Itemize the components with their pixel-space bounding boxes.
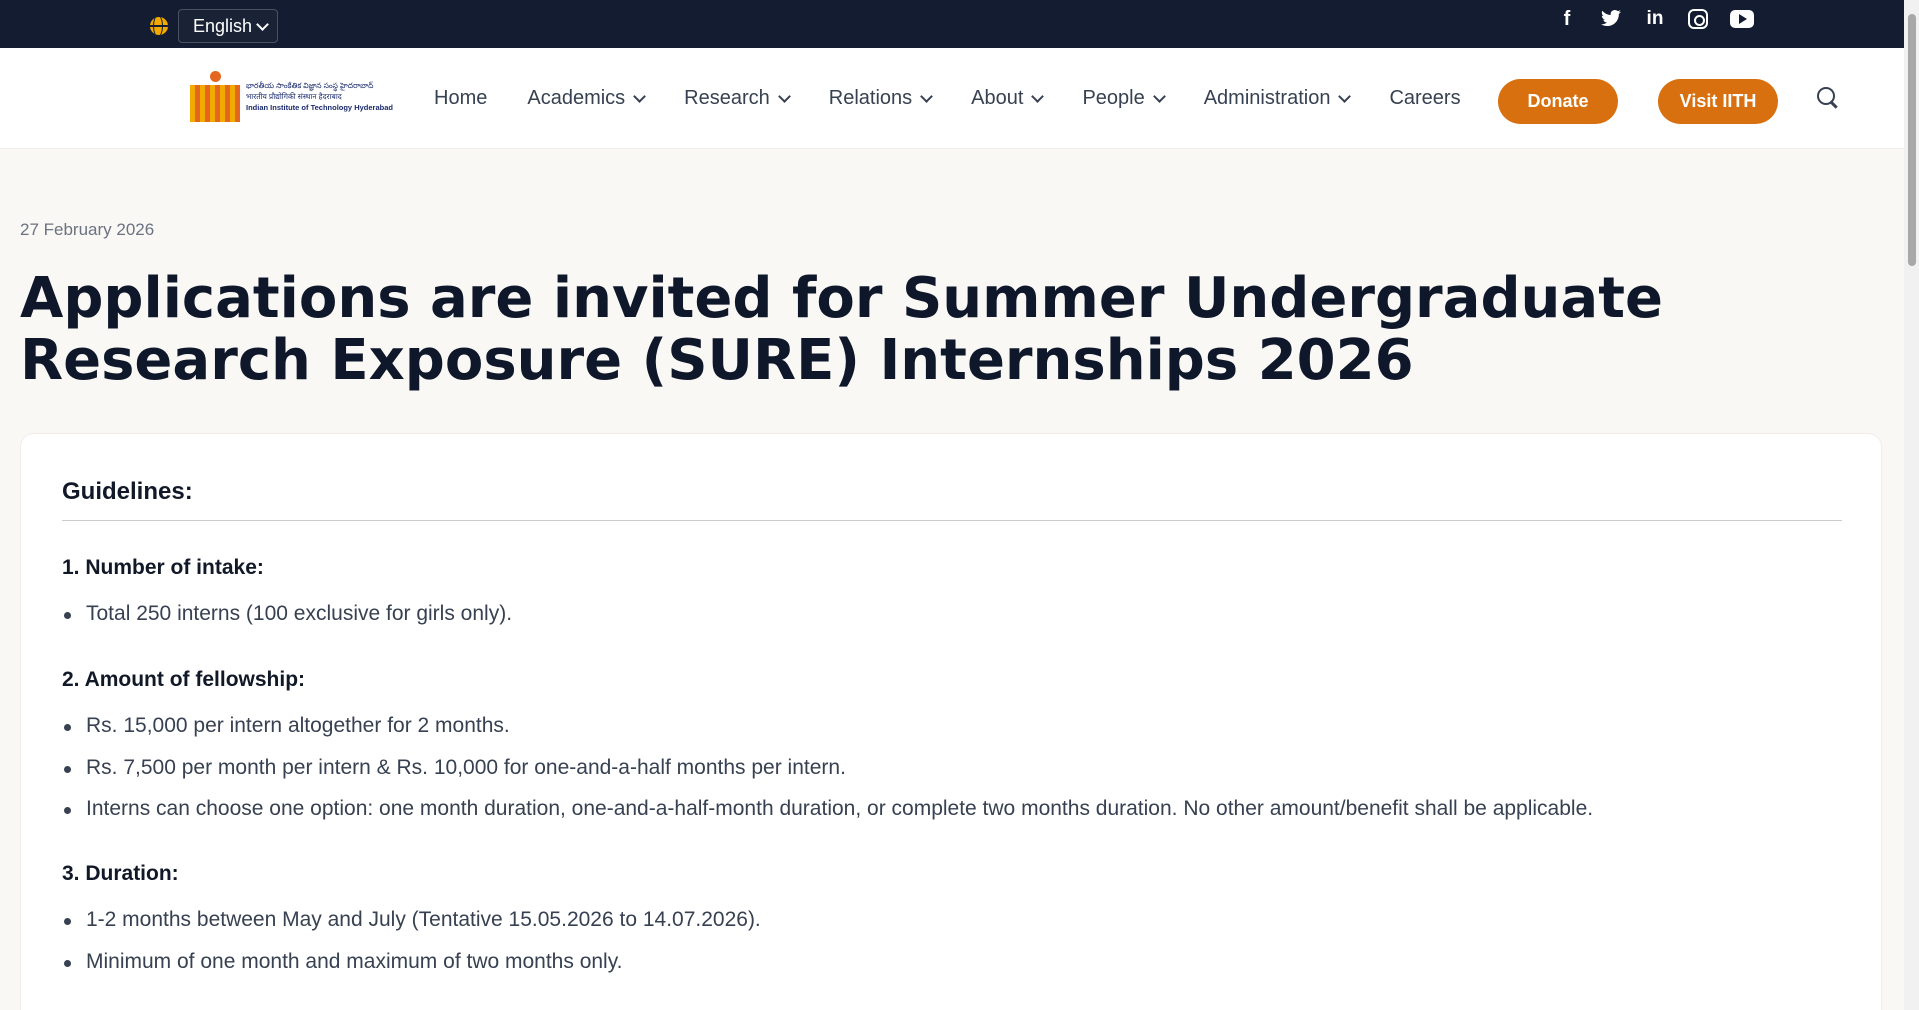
list-item: Total 250 interns (100 exclusive for gir… [63,602,513,625]
nav-relations-label: Relations [828,87,913,109]
list-item: Rs. 7,500 per month per intern & Rs. 10,… [64,756,846,779]
nav-people[interactable]: People [1082,87,1166,110]
top-bar: English f in [0,0,1904,48]
twitter-icon[interactable] [1600,8,1622,30]
list-item: Interns can choose one option: one month… [63,797,1594,820]
nav-academics[interactable]: Academics [527,87,647,110]
globe-icon [150,17,168,35]
logo-line-english: Indian Institute of Technology Hyderabad [246,103,393,112]
chevron-down-icon [633,89,647,103]
page-title: Applications are invited for Summer Unde… [20,266,1663,393]
list-item: Minimum of one month and maximum of two … [64,950,623,973]
nav-research-label: Research [684,87,770,109]
page-scrollbar[interactable] [1904,0,1919,1010]
nav-careers[interactable]: Careers [1389,87,1460,110]
primary-nav: Home Academics Research Relations About … [434,87,1501,110]
visit-iith-button[interactable]: Visit IITH [1658,79,1778,124]
chevron-down-icon [1152,89,1166,103]
language-switcher: English [150,9,278,43]
nav-relations[interactable]: Relations [828,87,934,110]
section-heading: 1. Number of intake: [62,556,264,579]
nav-people-label: People [1082,87,1145,109]
guidelines-heading: Guidelines: [62,478,193,505]
scrollbar-thumb[interactable] [1908,14,1916,266]
divider [62,520,1842,521]
section-heading: 3. Duration: [62,862,179,885]
list-item: 1-2 months between May and July (Tentati… [64,908,761,931]
logo-line-hindi: भारतीय प्रौद्योगिकी संस्थान हैदराबाद [246,92,342,101]
list-item: Rs. 15,000 per intern altogether for 2 m… [64,714,510,737]
chevron-down-icon [256,18,269,31]
iith-logo[interactable]: భారతీయ సాంకేతిక విజ్ఞాన సంస్థ హైదరాబాద్ … [190,71,393,122]
nav-careers-label: Careers [1389,87,1461,109]
section-heading: 2. Amount of fellowship: [62,668,306,691]
donate-button[interactable]: Donate [1498,79,1618,124]
content-card: Guidelines: 1. Number of intake: Total 2… [20,433,1882,1010]
chevron-down-icon [777,89,791,103]
logo-text: భారతీయ సాంకేతిక విజ్ఞాన సంస్థ హైదరాబాద్ … [246,80,393,113]
publish-date: 27 February 2026 [20,220,155,239]
language-select[interactable]: English [178,9,278,43]
nav-about-label: About [971,87,1024,109]
main-navbar: భారతీయ సాంకేతిక విజ్ఞాన సంస్థ హైదరాబాద్ … [0,48,1904,149]
nav-research[interactable]: Research [684,87,791,110]
nav-home[interactable]: Home [434,87,487,110]
logo-mark [190,71,240,122]
nav-administration-label: Administration [1203,87,1331,109]
linkedin-icon[interactable]: in [1644,8,1666,30]
social-links: f in [1556,8,1754,30]
chevron-down-icon [1031,89,1045,103]
instagram-icon[interactable] [1688,9,1708,29]
nav-about[interactable]: About [971,87,1045,110]
nav-academics-label: Academics [527,87,626,109]
language-select-value: English [193,15,253,36]
nav-home-label: Home [434,87,488,109]
chevron-down-icon [920,89,934,103]
nav-administration[interactable]: Administration [1203,87,1352,110]
search-icon[interactable] [1817,87,1839,109]
facebook-icon[interactable]: f [1556,8,1578,30]
youtube-icon[interactable] [1730,10,1754,28]
chevron-down-icon [1338,89,1352,103]
logo-line-telugu: భారతీయ సాంకేతిక విజ్ఞాన సంస్థ హైదరాబాద్ [246,81,374,90]
